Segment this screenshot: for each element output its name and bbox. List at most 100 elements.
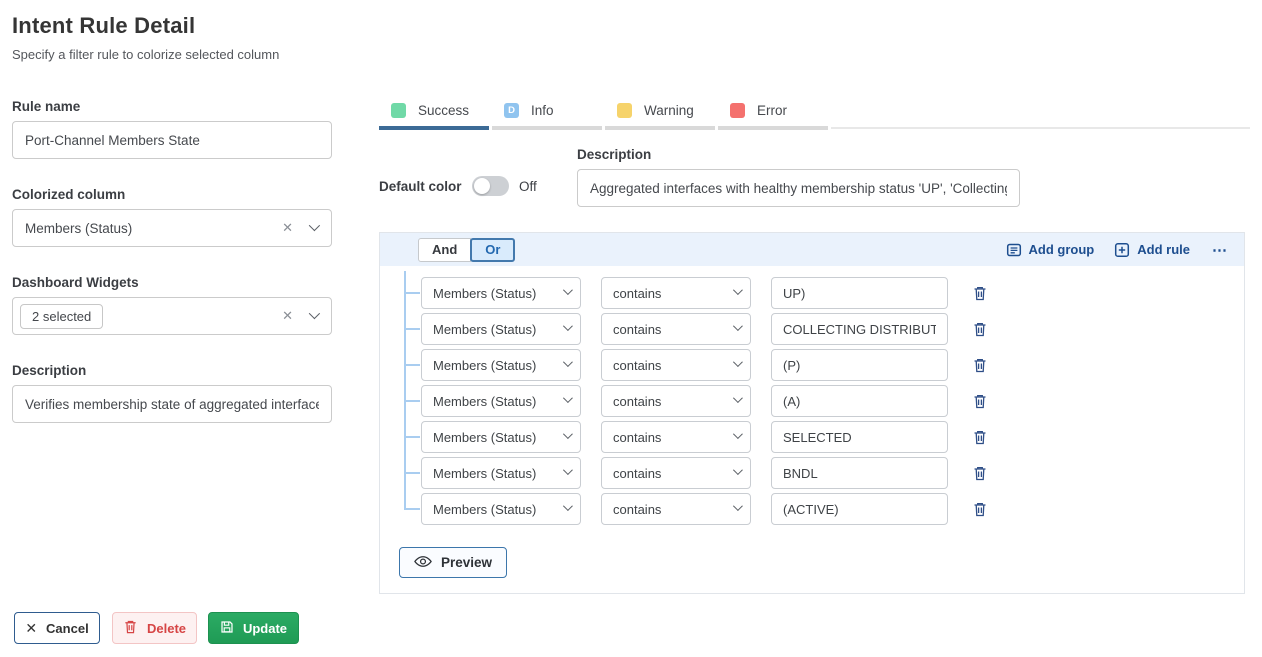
trash-icon	[972, 321, 988, 338]
color-tabs: Success D Info Warning Error	[379, 97, 1250, 130]
rule-row: Members (Status) contains	[421, 313, 1001, 345]
description-input[interactable]	[12, 385, 332, 423]
rule-name-label: Rule name	[12, 99, 80, 114]
and-button[interactable]: And	[418, 238, 471, 262]
value-input[interactable]	[771, 385, 948, 417]
rule-name-input[interactable]	[12, 121, 332, 159]
default-color-toggle[interactable]	[472, 176, 509, 196]
success-color-swatch	[391, 103, 406, 118]
operator-select[interactable]: contains	[601, 421, 751, 453]
rule-row: Members (Status) contains	[421, 349, 1001, 381]
trash-icon	[972, 465, 988, 482]
chevron-down-icon	[563, 465, 573, 475]
page-subtitle: Specify a filter rule to colorize select…	[12, 47, 279, 62]
default-color-label: Default color	[379, 179, 462, 194]
description-label: Description	[12, 363, 86, 378]
save-icon	[220, 620, 234, 637]
clear-icon[interactable]: ✕	[272, 220, 303, 236]
column-select[interactable]: Members (Status)	[421, 457, 581, 489]
column-select[interactable]: Members (Status)	[421, 349, 581, 381]
info-color-swatch: D	[504, 103, 519, 118]
value-input[interactable]	[771, 313, 948, 345]
rule-row: Members (Status) contains	[421, 421, 1001, 453]
column-select[interactable]: Members (Status)	[421, 385, 581, 417]
add-rule-icon	[1114, 242, 1130, 258]
chevron-down-icon	[733, 357, 743, 367]
chevron-down-icon	[733, 429, 743, 439]
dashboard-widgets-label: Dashboard Widgets	[12, 275, 139, 290]
add-group-icon	[1006, 242, 1022, 258]
tree-branch	[404, 436, 420, 438]
chevron-down-icon	[733, 393, 743, 403]
column-select[interactable]: Members (Status)	[421, 493, 581, 525]
chevron-down-icon[interactable]	[309, 307, 320, 318]
cancel-button[interactable]: ✕ Cancel	[14, 612, 100, 644]
delete-rule-button[interactable]	[972, 500, 990, 518]
update-button[interactable]: Update	[208, 612, 299, 644]
trash-icon	[972, 357, 988, 374]
value-input[interactable]	[771, 493, 948, 525]
chevron-down-icon	[563, 321, 573, 331]
operator-select[interactable]: contains	[601, 313, 751, 345]
value-input[interactable]	[771, 349, 948, 381]
operator-select[interactable]: contains	[601, 385, 751, 417]
chevron-down-icon[interactable]	[309, 219, 320, 230]
chevron-down-icon	[563, 429, 573, 439]
delete-rule-button[interactable]	[972, 356, 990, 374]
delete-rule-button[interactable]	[972, 464, 990, 482]
column-select[interactable]: Members (Status)	[421, 313, 581, 345]
column-select[interactable]: Members (Status)	[421, 421, 581, 453]
colorized-column-value: Members (Status)	[25, 221, 272, 236]
intent-rule-detail-page: Intent Rule Detail Specify a filter rule…	[0, 0, 1262, 657]
logic-segmented-control: And Or	[418, 238, 515, 262]
delete-button[interactable]: Delete	[112, 612, 197, 644]
colorized-column-select[interactable]: Members (Status) ✕	[12, 209, 332, 247]
tabs-divider	[831, 97, 1250, 129]
tab-label: Warning	[644, 103, 694, 118]
operator-select[interactable]: contains	[601, 493, 751, 525]
tab-error[interactable]: Error	[718, 97, 828, 130]
tree-branch	[404, 508, 420, 510]
tab-warning[interactable]: Warning	[605, 97, 715, 130]
tree-connector-line	[404, 271, 406, 510]
rule-row: Members (Status) contains	[421, 277, 1001, 309]
operator-select[interactable]: contains	[601, 277, 751, 309]
dashboard-widgets-select[interactable]: 2 selected ✕	[12, 297, 332, 335]
operator-select[interactable]: contains	[601, 457, 751, 489]
delete-rule-button[interactable]	[972, 320, 990, 338]
trash-icon	[123, 619, 138, 638]
preview-button[interactable]: Preview	[399, 547, 507, 578]
delete-rule-button[interactable]	[972, 428, 990, 446]
or-button[interactable]: Or	[470, 238, 515, 262]
trash-icon	[972, 501, 988, 518]
tree-branch	[404, 472, 420, 474]
delete-rule-button[interactable]	[972, 284, 990, 302]
value-input[interactable]	[771, 421, 948, 453]
delete-rule-button[interactable]	[972, 392, 990, 410]
value-input[interactable]	[771, 457, 948, 489]
operator-select[interactable]: contains	[601, 349, 751, 381]
chevron-down-icon	[733, 501, 743, 511]
chevron-down-icon	[563, 285, 573, 295]
rule-row: Members (Status) contains	[421, 457, 1001, 489]
trash-icon	[972, 285, 988, 302]
tab-info[interactable]: D Info	[492, 97, 602, 130]
rule-row: Members (Status) contains	[421, 493, 1001, 525]
tab-description-label: Description	[577, 147, 651, 162]
error-color-swatch	[730, 103, 745, 118]
rule-builder-header: And Or Add group Add rule ⋯	[380, 233, 1244, 266]
eye-icon	[414, 555, 432, 571]
tab-success[interactable]: Success	[379, 97, 489, 130]
tab-label: Success	[418, 103, 469, 118]
add-group-button[interactable]: Add group	[1006, 242, 1095, 258]
more-options-button[interactable]: ⋯	[1210, 241, 1230, 259]
add-rule-button[interactable]: Add rule	[1114, 242, 1190, 258]
clear-icon[interactable]: ✕	[272, 308, 303, 324]
page-title: Intent Rule Detail	[12, 13, 195, 39]
chevron-down-icon	[733, 285, 743, 295]
tab-description-input[interactable]	[577, 169, 1020, 207]
column-select[interactable]: Members (Status)	[421, 277, 581, 309]
selected-count-chip: 2 selected	[20, 304, 103, 329]
warning-color-swatch	[617, 103, 632, 118]
value-input[interactable]	[771, 277, 948, 309]
